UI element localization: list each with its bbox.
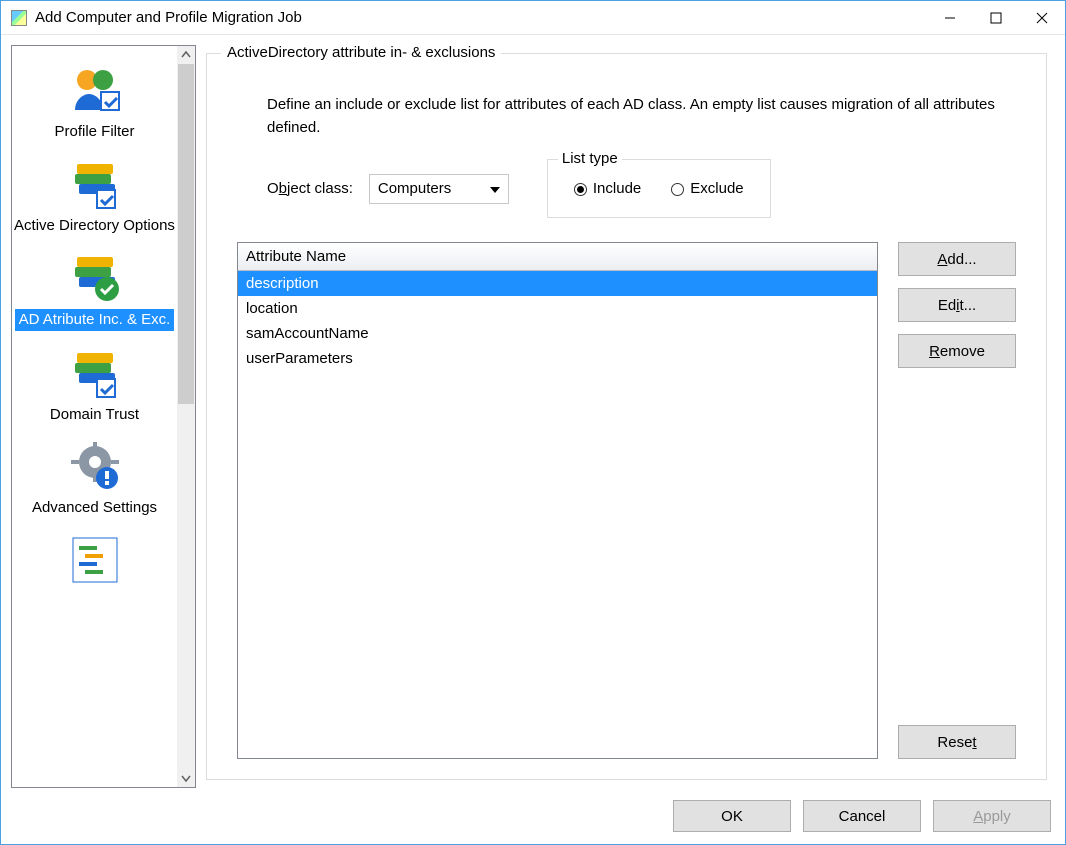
scroll-track[interactable] [177, 64, 195, 769]
close-button[interactable] [1019, 3, 1065, 33]
groupbox-legend: ActiveDirectory attribute in- & exclusio… [221, 44, 501, 61]
select-value: Computers [378, 180, 451, 197]
list-type-group: List type Include Exclude [547, 159, 771, 218]
instruction-text: Define an include or exclude list for at… [267, 94, 1016, 139]
chevron-down-icon [490, 180, 500, 197]
radio-icon [574, 183, 587, 196]
sidebar-scrollbar[interactable] [177, 46, 195, 787]
sidebar: Profile Filter Active Directory Options … [11, 45, 196, 788]
app-icon [11, 10, 27, 26]
ok-button[interactable]: OK [673, 800, 791, 832]
maximize-button[interactable] [973, 3, 1019, 33]
list-type-legend: List type [558, 150, 622, 167]
dialog-window: Add Computer and Profile Migration Job P… [0, 0, 1066, 845]
sidebar-item-domain-trust[interactable]: Domain Trust [12, 339, 177, 427]
scroll-thumb[interactable] [178, 64, 194, 404]
sidebar-item-advanced-settings[interactable]: Advanced Settings [12, 432, 177, 520]
sidebar-item-ad-attribute[interactable]: AD Atribute Inc. & Exc. [12, 243, 177, 333]
attribute-row[interactable]: description [238, 271, 877, 296]
reset-button[interactable]: Reset [898, 725, 1016, 759]
dialog-footer: OK Cancel Apply [1, 788, 1065, 844]
apply-button[interactable]: Apply [933, 800, 1051, 832]
remove-button[interactable]: Remove [898, 334, 1016, 368]
books-icon [63, 341, 127, 405]
edit-button[interactable]: Edit... [898, 288, 1016, 322]
scroll-down-icon[interactable] [177, 769, 195, 787]
attribute-header[interactable]: Attribute Name [238, 243, 877, 271]
flow-icon [63, 528, 127, 592]
radio-include[interactable]: Include [574, 180, 641, 197]
minimize-button[interactable] [927, 3, 973, 33]
books-check-icon [63, 245, 127, 309]
users-icon [63, 58, 127, 122]
sidebar-item-label: AD Atribute Inc. & Exc. [15, 309, 175, 331]
sidebar-item-profile-filter[interactable]: Profile Filter [12, 56, 177, 144]
add-button[interactable]: Add... [898, 242, 1016, 276]
attribute-row[interactable]: samAccountName [238, 321, 877, 346]
sidebar-item-label: Domain Trust [50, 405, 139, 425]
attribute-row[interactable]: userParameters [238, 346, 877, 371]
radio-icon [671, 183, 684, 196]
sidebar-item-label: Active Directory Options [14, 216, 175, 236]
books-icon [63, 152, 127, 216]
radio-exclude[interactable]: Exclude [671, 180, 743, 197]
attribute-list[interactable]: Attribute Name descriptionlocationsamAcc… [237, 242, 878, 759]
object-class-select[interactable]: Computers [369, 174, 509, 204]
object-class-label: Object class: [267, 180, 353, 197]
sidebar-item-ad-options[interactable]: Active Directory Options [12, 150, 177, 238]
content-panel: ActiveDirectory attribute in- & exclusio… [206, 45, 1055, 788]
sidebar-item-label: Advanced Settings [32, 498, 157, 518]
titlebar[interactable]: Add Computer and Profile Migration Job [1, 1, 1065, 35]
scroll-up-icon[interactable] [177, 46, 195, 64]
sidebar-item-next[interactable] [12, 526, 177, 594]
sidebar-item-label: Profile Filter [54, 122, 134, 142]
attribute-groupbox: ActiveDirectory attribute in- & exclusio… [206, 53, 1047, 780]
gear-icon [63, 434, 127, 498]
window-title: Add Computer and Profile Migration Job [35, 9, 302, 26]
cancel-button[interactable]: Cancel [803, 800, 921, 832]
attribute-row[interactable]: location [238, 296, 877, 321]
